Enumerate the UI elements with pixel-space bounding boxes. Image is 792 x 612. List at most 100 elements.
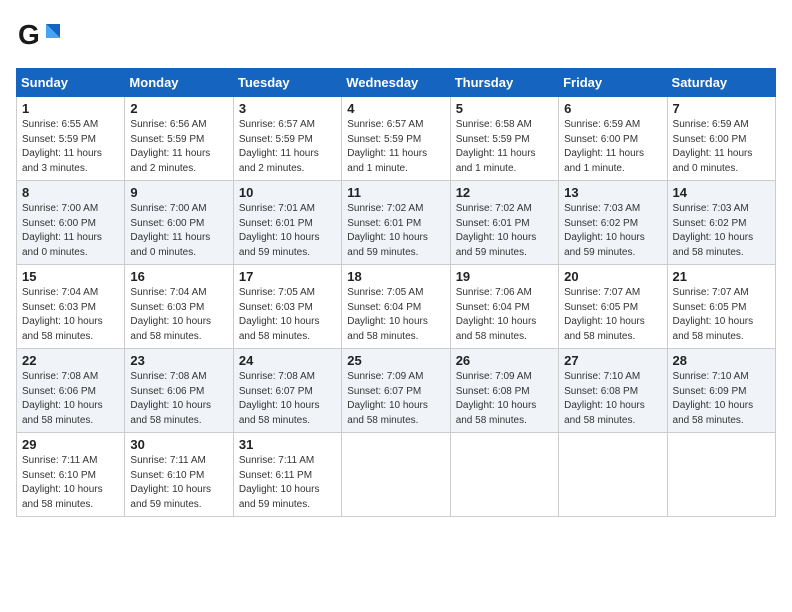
calendar-cell: 17Sunrise: 7:05 AM Sunset: 6:03 PM Dayli… [233, 265, 341, 349]
calendar-cell: 31 Sunrise: 7:11 AM Sunset: 6:11 PM Dayli… [233, 433, 341, 517]
day-number: 25 [347, 353, 444, 368]
day-number: 8 [22, 185, 119, 200]
day-number: 15 [22, 269, 119, 284]
calendar-cell: 29 Sunrise: 7:11 AM Sunset: 6:10 PM Dayli… [17, 433, 125, 517]
day-info: Sunrise: 7:02 AM Sunset: 6:01 PM Dayligh… [347, 202, 444, 260]
day-info: Sunrise: 6:56 AM Sunset: 5:59 PM Dayligh… [130, 118, 227, 176]
day-info: Sunrise: 7:01 AM Sunset: 6:01 PM Dayligh… [239, 202, 336, 260]
day-info: Sunrise: 7:02 AM Sunset: 6:01 PM Dayligh… [456, 202, 553, 260]
calendar-cell: 19 Sunrise: 7:06 AM Sunset: 6:04 PM Dayli… [450, 265, 558, 349]
calendar-cell: 9 Sunrise: 7:00 AM Sunset: 6:00 PM Daylig… [125, 181, 233, 265]
calendar-cell: 10 Sunrise: 7:01 AM Sunset: 6:01 PM Dayli… [233, 181, 341, 265]
day-number: 27 [564, 353, 661, 368]
day-info: Sunrise: 6:59 AM Sunset: 6:00 PM Dayligh… [673, 118, 770, 176]
calendar-cell: 28Sunrise: 7:10 AM Sunset: 6:09 PM Dayli… [667, 349, 775, 433]
day-info: Sunrise: 7:11 AM Sunset: 6:10 PM Dayligh… [130, 454, 227, 512]
day-number: 7 [673, 101, 770, 116]
calendar-cell: 8 Sunrise: 7:00 AM Sunset: 6:00 PM Daylig… [17, 181, 125, 265]
calendar-cell: 25 Sunrise: 7:09 AM Sunset: 6:07 PM Dayli… [342, 349, 450, 433]
day-number: 13 [564, 185, 661, 200]
day-info: Sunrise: 7:08 AM Sunset: 6:07 PM Dayligh… [239, 370, 336, 428]
day-number: 9 [130, 185, 227, 200]
calendar-cell: 30Sunrise: 7:11 AM Sunset: 6:10 PM Dayli… [125, 433, 233, 517]
calendar-cell: 23 Sunrise: 7:08 AM Sunset: 6:06 PM Dayli… [125, 349, 233, 433]
day-info: Sunrise: 7:11 AM Sunset: 6:11 PM Dayligh… [239, 454, 336, 512]
day-info: Sunrise: 7:09 AM Sunset: 6:07 PM Dayligh… [347, 370, 444, 428]
calendar-cell: 18Sunrise: 7:05 AM Sunset: 6:04 PM Dayli… [342, 265, 450, 349]
calendar-header-saturday: Saturday [667, 69, 775, 97]
calendar-cell [667, 433, 775, 517]
page-header: G [16, 16, 776, 60]
day-info: Sunrise: 7:00 AM Sunset: 6:00 PM Dayligh… [22, 202, 119, 260]
day-info: Sunrise: 7:04 AM Sunset: 6:03 PM Dayligh… [22, 286, 119, 344]
calendar-header-friday: Friday [559, 69, 667, 97]
calendar-header-monday: Monday [125, 69, 233, 97]
calendar-cell: 6 Sunrise: 6:59 AM Sunset: 6:00 PM Daylig… [559, 97, 667, 181]
day-info: Sunrise: 6:55 AM Sunset: 5:59 PM Dayligh… [22, 118, 119, 176]
day-number: 5 [456, 101, 553, 116]
day-info: Sunrise: 7:11 AM Sunset: 6:10 PM Dayligh… [22, 454, 119, 512]
logo-icon: G [16, 16, 60, 60]
day-number: 31 [239, 437, 336, 452]
calendar-header-row: SundayMondayTuesdayWednesdayThursdayFrid… [17, 69, 776, 97]
calendar-cell: 27 Sunrise: 7:10 AM Sunset: 6:08 PM Dayli… [559, 349, 667, 433]
day-info: Sunrise: 6:59 AM Sunset: 6:00 PM Dayligh… [564, 118, 661, 176]
calendar-week-row: 15 Sunrise: 7:04 AM Sunset: 6:03 PM Dayli… [17, 265, 776, 349]
day-info: Sunrise: 7:09 AM Sunset: 6:08 PM Dayligh… [456, 370, 553, 428]
calendar-cell: 3Sunrise: 6:57 AM Sunset: 5:59 PM Daylig… [233, 97, 341, 181]
calendar-header-tuesday: Tuesday [233, 69, 341, 97]
day-number: 4 [347, 101, 444, 116]
day-info: Sunrise: 7:05 AM Sunset: 6:03 PM Dayligh… [239, 286, 336, 344]
day-info: Sunrise: 6:58 AM Sunset: 5:59 PM Dayligh… [456, 118, 553, 176]
day-number: 21 [673, 269, 770, 284]
calendar-header-sunday: Sunday [17, 69, 125, 97]
day-number: 12 [456, 185, 553, 200]
calendar-week-row: 29 Sunrise: 7:11 AM Sunset: 6:10 PM Dayli… [17, 433, 776, 517]
day-number: 24 [239, 353, 336, 368]
calendar-table: SundayMondayTuesdayWednesdayThursdayFrid… [16, 68, 776, 517]
day-number: 3 [239, 101, 336, 116]
calendar-week-row: 8 Sunrise: 7:00 AM Sunset: 6:00 PM Daylig… [17, 181, 776, 265]
day-info: Sunrise: 7:00 AM Sunset: 6:00 PM Dayligh… [130, 202, 227, 260]
day-number: 16 [130, 269, 227, 284]
day-number: 29 [22, 437, 119, 452]
day-info: Sunrise: 7:07 AM Sunset: 6:05 PM Dayligh… [564, 286, 661, 344]
calendar-cell: 24 Sunrise: 7:08 AM Sunset: 6:07 PM Dayli… [233, 349, 341, 433]
calendar-cell [559, 433, 667, 517]
day-number: 11 [347, 185, 444, 200]
calendar-cell: 16 Sunrise: 7:04 AM Sunset: 6:03 PM Dayli… [125, 265, 233, 349]
day-number: 18 [347, 269, 444, 284]
logo: G [16, 16, 64, 60]
day-info: Sunrise: 7:08 AM Sunset: 6:06 PM Dayligh… [22, 370, 119, 428]
day-number: 22 [22, 353, 119, 368]
calendar-cell: 13 Sunrise: 7:03 AM Sunset: 6:02 PM Dayli… [559, 181, 667, 265]
day-info: Sunrise: 6:57 AM Sunset: 5:59 PM Dayligh… [347, 118, 444, 176]
day-info: Sunrise: 7:03 AM Sunset: 6:02 PM Dayligh… [564, 202, 661, 260]
calendar-header-wednesday: Wednesday [342, 69, 450, 97]
calendar-cell [342, 433, 450, 517]
calendar-cell: 20 Sunrise: 7:07 AM Sunset: 6:05 PM Dayli… [559, 265, 667, 349]
svg-text:G: G [18, 19, 40, 50]
calendar-cell: 5 Sunrise: 6:58 AM Sunset: 5:59 PM Daylig… [450, 97, 558, 181]
calendar-cell: 2Sunrise: 6:56 AM Sunset: 5:59 PM Daylig… [125, 97, 233, 181]
day-info: Sunrise: 7:08 AM Sunset: 6:06 PM Dayligh… [130, 370, 227, 428]
calendar-cell: 4 Sunrise: 6:57 AM Sunset: 5:59 PM Daylig… [342, 97, 450, 181]
day-info: Sunrise: 7:07 AM Sunset: 6:05 PM Dayligh… [673, 286, 770, 344]
calendar-cell [450, 433, 558, 517]
calendar-header-thursday: Thursday [450, 69, 558, 97]
day-number: 20 [564, 269, 661, 284]
day-number: 28 [673, 353, 770, 368]
day-info: Sunrise: 7:04 AM Sunset: 6:03 PM Dayligh… [130, 286, 227, 344]
calendar-cell: 11 Sunrise: 7:02 AM Sunset: 6:01 PM Dayli… [342, 181, 450, 265]
calendar-cell: 26Sunrise: 7:09 AM Sunset: 6:08 PM Dayli… [450, 349, 558, 433]
day-info: Sunrise: 7:06 AM Sunset: 6:04 PM Dayligh… [456, 286, 553, 344]
day-number: 6 [564, 101, 661, 116]
calendar-cell: 22 Sunrise: 7:08 AM Sunset: 6:06 PM Dayli… [17, 349, 125, 433]
calendar-week-row: 22 Sunrise: 7:08 AM Sunset: 6:06 PM Dayli… [17, 349, 776, 433]
calendar-week-row: 1Sunrise: 6:55 AM Sunset: 5:59 PM Daylig… [17, 97, 776, 181]
day-info: Sunrise: 7:03 AM Sunset: 6:02 PM Dayligh… [673, 202, 770, 260]
day-number: 19 [456, 269, 553, 284]
day-number: 23 [130, 353, 227, 368]
day-info: Sunrise: 7:10 AM Sunset: 6:08 PM Dayligh… [564, 370, 661, 428]
day-number: 10 [239, 185, 336, 200]
